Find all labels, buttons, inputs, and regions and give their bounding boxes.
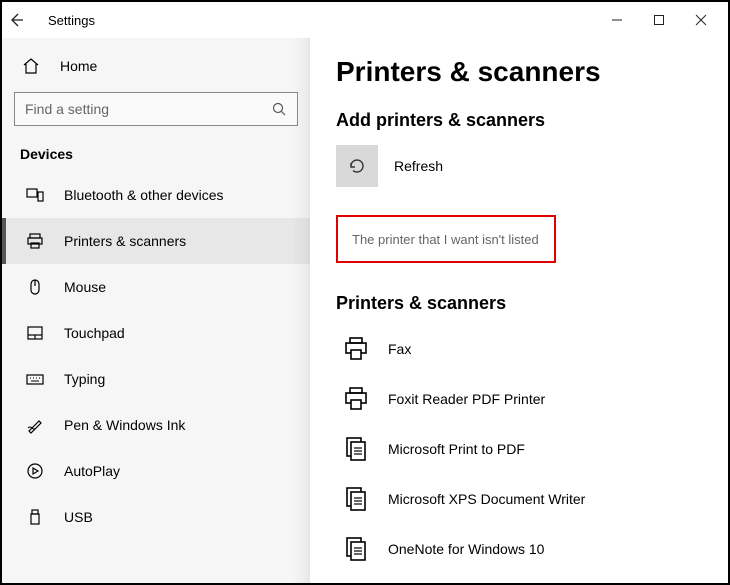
nav-usb[interactable]: USB <box>2 494 310 540</box>
home-label: Home <box>42 58 97 74</box>
usb-icon <box>24 508 46 526</box>
pen-icon <box>24 416 46 434</box>
minimize-button[interactable] <box>596 5 638 35</box>
printer-label: Fax <box>376 341 411 357</box>
nav-autoplay[interactable]: AutoPlay <box>2 448 310 494</box>
devices-icon <box>24 186 46 204</box>
refresh-label: Refresh <box>394 158 443 174</box>
printer-label: Microsoft Print to PDF <box>376 441 525 457</box>
home-icon <box>20 57 42 75</box>
printer-item[interactable]: Microsoft XPS Document Writer <box>336 474 728 524</box>
nav-label: Pen & Windows Ink <box>46 417 185 433</box>
nav-label: AutoPlay <box>46 463 120 479</box>
printer-label: OneNote for Windows 10 <box>376 541 544 557</box>
mouse-icon <box>24 278 46 296</box>
document-icon <box>336 436 376 462</box>
nav-label: Mouse <box>46 279 106 295</box>
search-icon <box>271 101 287 117</box>
nav-pen[interactable]: Pen & Windows Ink <box>2 402 310 448</box>
nav-label: Bluetooth & other devices <box>46 187 224 203</box>
printer-not-listed-link[interactable]: The printer that I want isn't listed <box>352 232 539 247</box>
maximize-button[interactable] <box>638 5 680 35</box>
main-content: Printers & scanners Add printers & scann… <box>310 38 728 583</box>
printer-item[interactable]: Foxit Reader PDF Printer <box>336 374 728 424</box>
nav-printers[interactable]: Printers & scanners <box>2 218 310 264</box>
search-placeholder: Find a setting <box>25 101 271 117</box>
refresh-button[interactable]: Refresh <box>336 145 728 187</box>
close-button[interactable] <box>680 5 722 35</box>
nav-label: Printers & scanners <box>46 233 186 249</box>
nav-label: Touchpad <box>46 325 125 341</box>
nav-label: USB <box>46 509 93 525</box>
section-heading: Devices <box>2 136 310 172</box>
page-heading: Printers & scanners <box>336 56 728 88</box>
autoplay-icon <box>24 462 46 480</box>
nav-bluetooth[interactable]: Bluetooth & other devices <box>2 172 310 218</box>
printer-item[interactable]: OneNote for Windows 10 <box>336 524 728 574</box>
window-title: Settings <box>38 13 95 28</box>
keyboard-icon <box>24 370 46 388</box>
refresh-icon <box>336 145 378 187</box>
touchpad-icon <box>24 324 46 342</box>
document-icon <box>336 486 376 512</box>
titlebar: Settings <box>2 2 728 38</box>
document-icon <box>336 536 376 562</box>
printer-icon <box>24 232 46 250</box>
list-heading: Printers & scanners <box>336 293 728 314</box>
printer-icon <box>336 335 376 363</box>
nav-label: Typing <box>46 371 105 387</box>
printer-item[interactable]: Fax <box>336 324 728 374</box>
nav-typing[interactable]: Typing <box>2 356 310 402</box>
printer-label: Foxit Reader PDF Printer <box>376 391 545 407</box>
search-input[interactable]: Find a setting <box>14 92 298 126</box>
back-button[interactable] <box>8 12 38 28</box>
printer-icon <box>336 385 376 413</box>
add-heading: Add printers & scanners <box>336 110 728 131</box>
printer-label: Microsoft XPS Document Writer <box>376 491 585 507</box>
nav-mouse[interactable]: Mouse <box>2 264 310 310</box>
settings-window: Settings Home Find a setting De <box>0 0 730 585</box>
home-link[interactable]: Home <box>2 46 310 86</box>
highlight-box: The printer that I want isn't listed <box>336 215 556 263</box>
sidebar: Home Find a setting Devices Bluetooth & … <box>2 38 310 583</box>
nav-touchpad[interactable]: Touchpad <box>2 310 310 356</box>
printer-item[interactable]: Microsoft Print to PDF <box>336 424 728 474</box>
